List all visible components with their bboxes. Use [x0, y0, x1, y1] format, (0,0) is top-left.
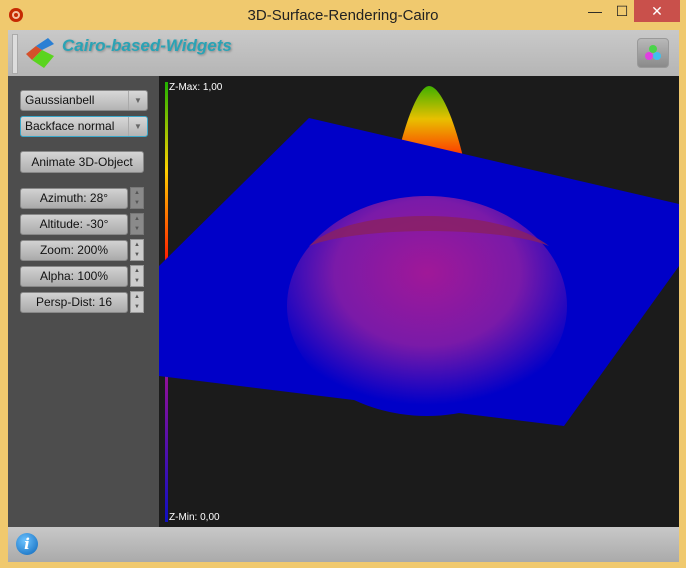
alpha-button[interactable]: Alpha: 100%	[20, 266, 128, 287]
azimuth-spinner[interactable]: ▲ ▼	[130, 187, 144, 209]
client-area: Cairo-based-Widgets Gaussianbell ▼ Backfa…	[8, 30, 679, 562]
minimize-button[interactable]: —	[580, 0, 610, 22]
shape-combo[interactable]: Gaussianbell ▼	[20, 90, 148, 111]
color-circles-icon	[645, 45, 661, 60]
persp-dist-spinner[interactable]: ▲ ▼	[130, 291, 144, 313]
altitude-spinner[interactable]: ▲ ▼	[130, 213, 144, 235]
animate-button[interactable]: Animate 3D-Object	[20, 151, 144, 173]
chevron-down-icon: ▼	[128, 91, 147, 110]
maximize-button[interactable]: ☐	[607, 0, 637, 22]
z-min-label: Z-Min: 0,00	[169, 512, 220, 523]
chevron-down-icon: ▼	[128, 117, 147, 136]
backface-combo[interactable]: Backface normal ▼	[20, 116, 148, 137]
surface-canvas[interactable]: Z-Max: 1,00 Z-Min: 0,00	[159, 76, 679, 527]
app-icon[interactable]	[9, 8, 23, 22]
app-window: 3D-Surface-Rendering-Cairo — ☐ ✕ Cairo-b…	[0, 0, 686, 568]
cairo-logo-icon	[26, 38, 54, 68]
brand-title: Cairo-based-Widgets	[62, 36, 232, 55]
surface-plot	[159, 82, 679, 522]
alpha-spinner[interactable]: ▲ ▼	[130, 265, 144, 287]
altitude-button[interactable]: Altitude: -30°	[20, 214, 128, 235]
shape-combo-value: Gaussianbell	[25, 93, 95, 107]
status-bar: i	[8, 527, 679, 562]
persp-dist-button[interactable]: Persp-Dist: 16	[20, 292, 128, 313]
toolbar-header: Cairo-based-Widgets	[8, 30, 679, 76]
z-max-label: Z-Max: 1,00	[169, 82, 223, 93]
sidebar: Gaussianbell ▼ Backface normal ▼ Animate 3…	[8, 76, 159, 527]
zoom-spinner[interactable]: ▲ ▼	[130, 239, 144, 261]
backface-combo-value: Backface normal	[25, 119, 115, 133]
close-button[interactable]: ✕	[634, 0, 680, 22]
info-icon[interactable]: i	[16, 533, 38, 555]
toolbar-grip[interactable]	[12, 34, 18, 74]
azimuth-button[interactable]: Azimuth: 28°	[20, 188, 128, 209]
theme-button[interactable]	[637, 38, 669, 68]
zoom-button[interactable]: Zoom: 200%	[20, 240, 128, 261]
